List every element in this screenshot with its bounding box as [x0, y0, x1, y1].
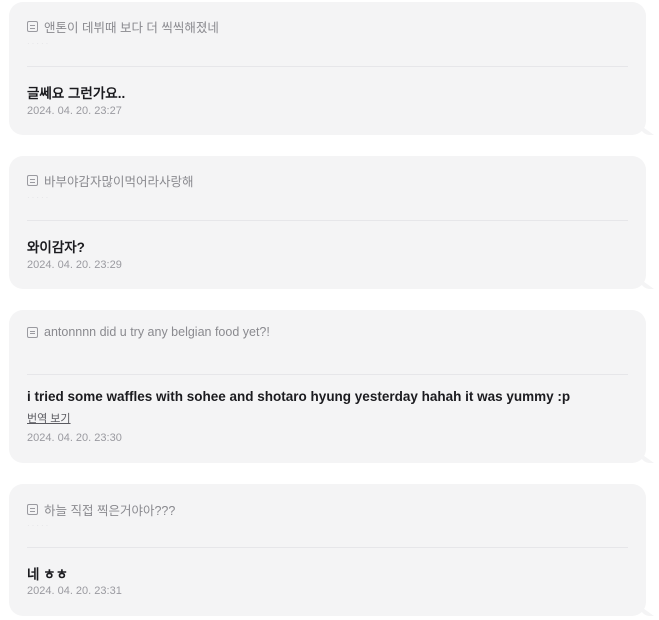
timestamp: 2024. 04. 20. 23:30 [27, 432, 122, 444]
timestamp: 2024. 04. 20. 23:31 [27, 585, 122, 597]
answer-text: 글쎄요 그런가요.. [27, 86, 126, 101]
faint-decoration: ····· [27, 521, 51, 530]
question-row: 바부야감자많이먹어라사랑해 [27, 171, 194, 190]
qa-card[interactable]: 바부야감자많이먹어라사랑해 ····· 와이감자? 2024. 04. 20. … [9, 156, 646, 289]
qa-card[interactable]: antonnnn did u try any belgian food yet?… [9, 310, 646, 463]
divider [27, 547, 628, 548]
qa-feed: 앤톤이 데뷔때 보다 더 씩씩해졌네 ····· 글쎄요 그런가요.. 2024… [0, 0, 659, 620]
answer-text: 와이감자? [27, 240, 85, 255]
question-row: antonnnn did u try any belgian food yet?… [27, 325, 270, 339]
question-text: antonnnn did u try any belgian food yet?… [44, 325, 270, 339]
divider [27, 220, 628, 221]
divider [27, 66, 628, 67]
question-box-icon [27, 504, 38, 515]
translate-link[interactable]: 번역 보기 [27, 410, 71, 426]
faint-decoration: ····· [27, 193, 51, 202]
divider [27, 374, 628, 375]
question-box-icon [27, 326, 38, 338]
qa-card[interactable]: 앤톤이 데뷔때 보다 더 씩씩해졌네 ····· 글쎄요 그런가요.. 2024… [9, 2, 646, 135]
question-text: 바부야감자많이먹어라사랑해 [44, 175, 194, 189]
question-text: 하늘 직접 찍은거야아??? [44, 504, 176, 518]
answer-text: i tried some waffles with sohee and shot… [27, 389, 571, 404]
question-text: 앤톤이 데뷔때 보다 더 씩씩해졌네 [44, 21, 219, 35]
answer-text: 네 ㅎㅎ [27, 567, 69, 582]
qa-card[interactable]: 하늘 직접 찍은거야아??? ····· 네 ㅎㅎ 2024. 04. 20. … [9, 484, 646, 616]
question-box-icon [27, 21, 38, 32]
timestamp: 2024. 04. 20. 23:27 [27, 105, 122, 117]
timestamp: 2024. 04. 20. 23:29 [27, 259, 122, 271]
question-box-icon [27, 175, 38, 186]
faint-decoration: ····· [27, 39, 51, 48]
question-row: 하늘 직접 찍은거야아??? [27, 500, 175, 519]
question-row: 앤톤이 데뷔때 보다 더 씩씩해졌네 [27, 17, 219, 36]
